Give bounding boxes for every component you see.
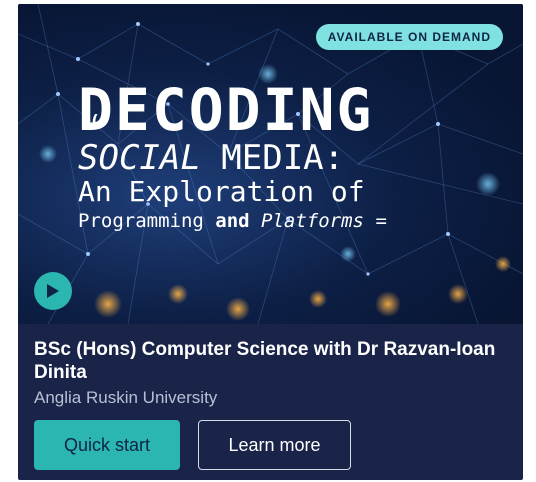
play-icon xyxy=(47,284,59,298)
hero-title-and: and xyxy=(215,210,250,232)
course-card: AVAILABLE ON DEMAND (( DECODING SOCIAL M… xyxy=(18,4,523,480)
hero-title-line1: DECODING xyxy=(78,76,374,144)
hero-title-line4: Programming and Platforms = xyxy=(78,208,509,234)
hero-title: DECODING SOCIAL MEDIA: An Exploration of… xyxy=(78,80,509,234)
hero-title-line2: SOCIAL MEDIA: xyxy=(78,140,509,176)
learn-more-button[interactable]: Learn more xyxy=(198,420,351,470)
play-button[interactable] xyxy=(34,272,72,310)
hero-title-social: SOCIAL xyxy=(78,138,201,178)
hero-title-media: MEDIA: xyxy=(200,138,345,178)
course-title[interactable]: BSc (Hons) Computer Science with Dr Razv… xyxy=(34,338,504,384)
hero-image[interactable]: AVAILABLE ON DEMAND (( DECODING SOCIAL M… xyxy=(18,4,523,324)
on-demand-badge: AVAILABLE ON DEMAND xyxy=(315,24,503,50)
hero-title-platforms: Platforms xyxy=(249,210,364,232)
equals-glyph: = xyxy=(375,210,387,232)
hero-title-line3: An Exploration of xyxy=(78,175,365,208)
quick-start-button[interactable]: Quick start xyxy=(34,420,180,470)
university-name: Anglia Ruskin University xyxy=(34,388,218,407)
hero-title-programming: Programming xyxy=(78,210,216,232)
